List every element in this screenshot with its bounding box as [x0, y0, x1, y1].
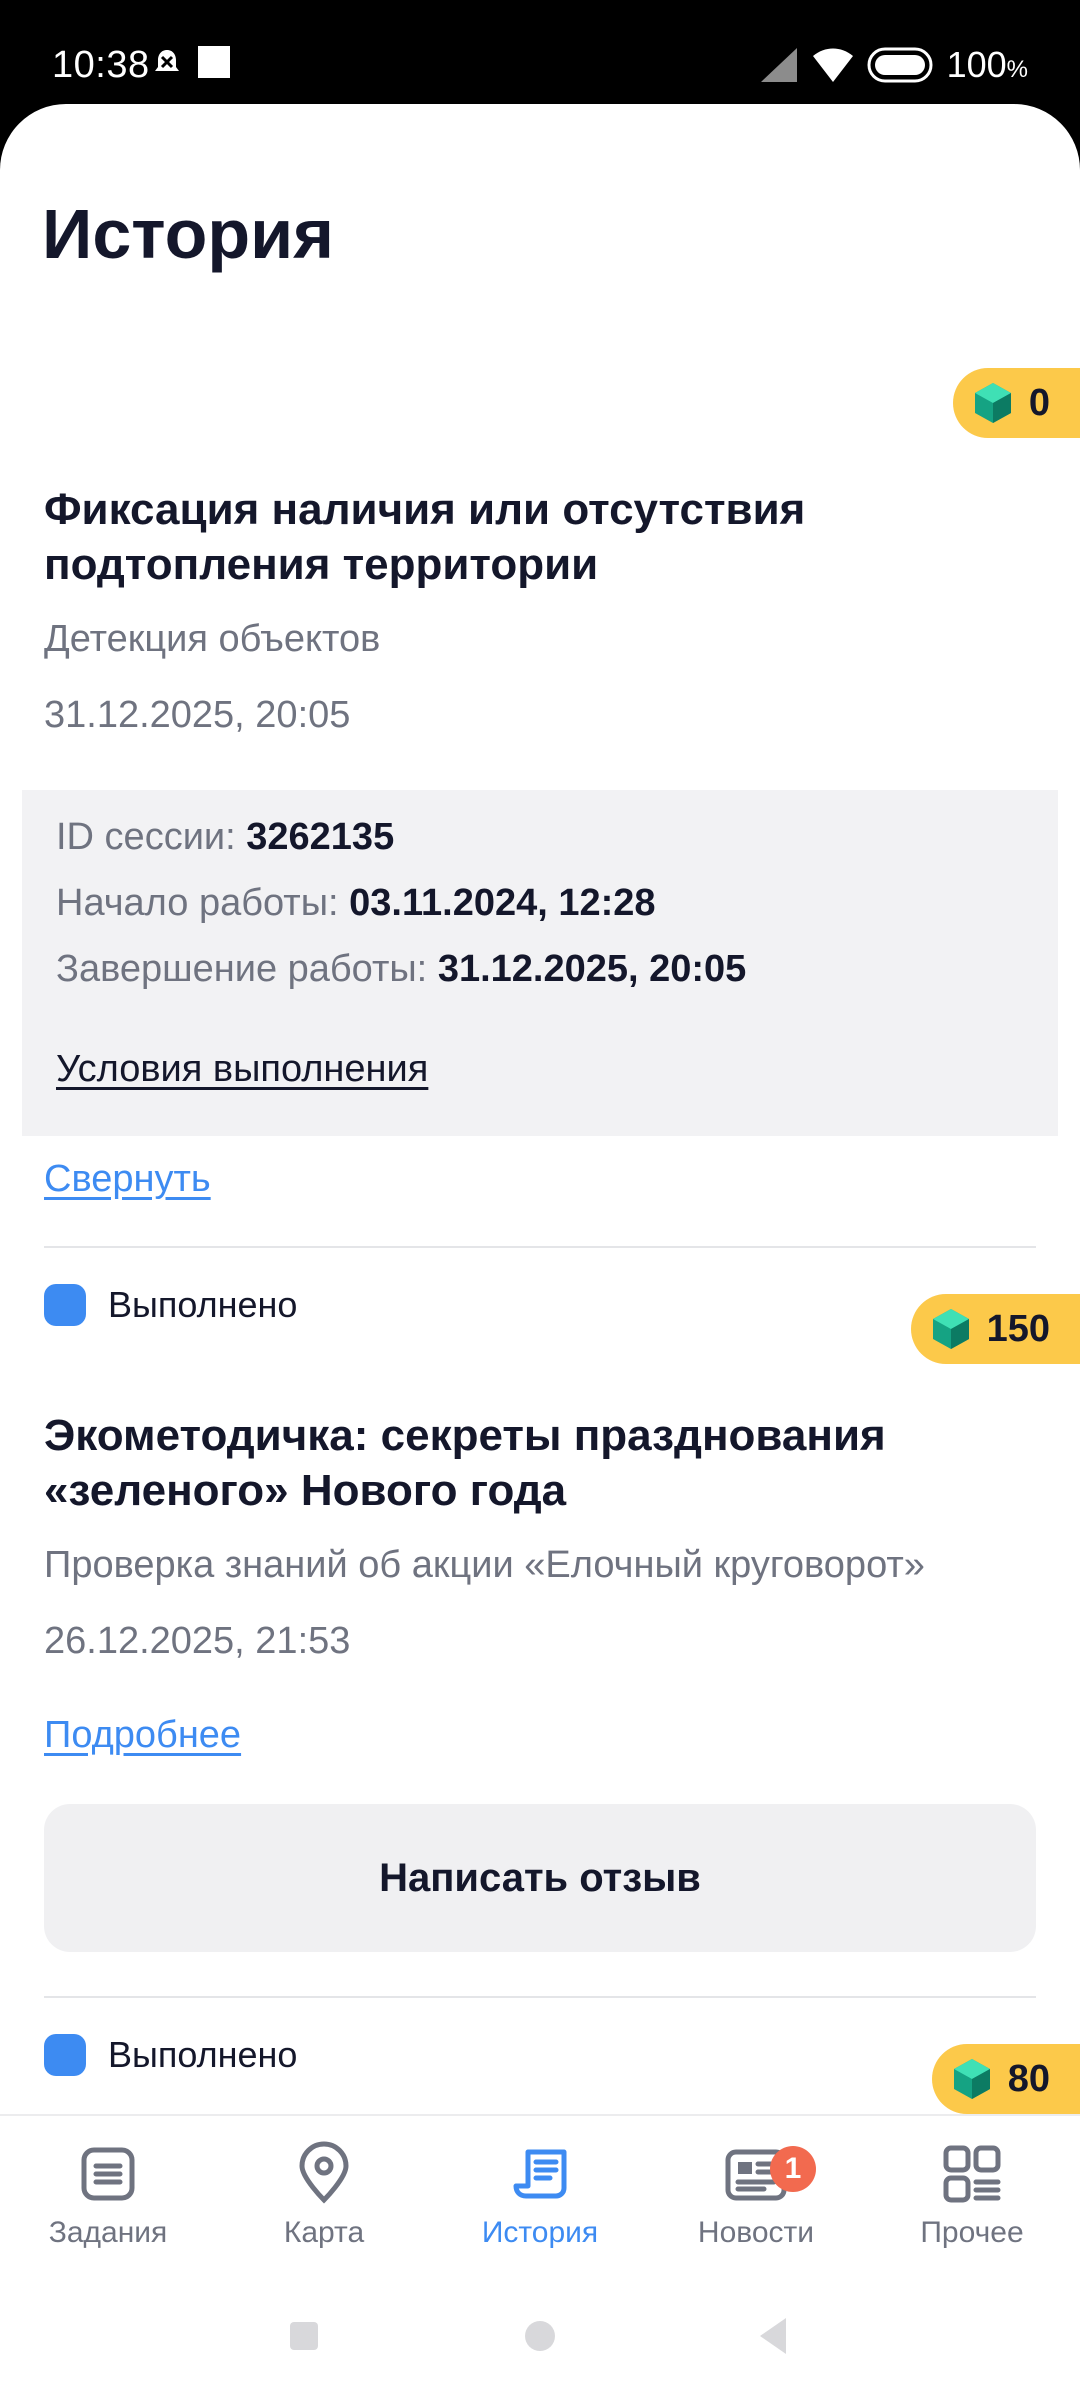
back-button[interactable] — [760, 2318, 786, 2354]
nav-label: Карта — [283, 2216, 365, 2249]
nav-label: История — [481, 2216, 599, 2249]
nav-item-history[interactable]: История — [432, 2116, 648, 2276]
status-dot-icon — [44, 2034, 86, 2076]
end-time-row: Завершение работы: 31.12.2025, 20:05 — [56, 948, 747, 990]
conditions-link[interactable]: Условия выполнения — [56, 1048, 428, 1091]
coin-badge: 80 — [931, 2044, 1080, 2114]
nav-item-tasks[interactable]: Задания — [0, 2116, 216, 2276]
nav-item-other[interactable]: Прочее — [864, 2116, 1080, 2276]
grid-icon — [943, 2145, 1001, 2203]
card-subtitle: Проверка знаний об акции «Елочный кругов… — [44, 1544, 925, 1586]
session-id-row: ID сессии: 3262135 — [56, 816, 395, 858]
collapse-link[interactable]: Свернуть — [44, 1158, 211, 1201]
coin-amount: 150 — [986, 1307, 1050, 1350]
status-time: 10:38 — [52, 44, 150, 86]
coin-badge: 0 — [952, 368, 1080, 438]
gem-icon — [932, 1309, 969, 1349]
home-button[interactable] — [525, 2321, 555, 2351]
notification-badge: 1 — [770, 2146, 816, 2192]
coin-amount: 80 — [1007, 2057, 1050, 2100]
status-bar: 10:38 100% — [0, 0, 1080, 104]
history-screen: История 0 Фиксация наличия или отсутстви… — [0, 104, 1080, 2400]
nav-label: Прочее — [920, 2216, 1024, 2249]
status-notification-icons — [152, 46, 230, 78]
gem-icon — [953, 2059, 990, 2099]
alarm-off-icon — [155, 50, 179, 71]
session-details: ID сессии: 3262135 Начало работы: 03.11.… — [22, 790, 1058, 1136]
card-date: 26.12.2025, 21:53 — [44, 1620, 351, 1662]
recents-button[interactable] — [290, 2322, 318, 2350]
nav-item-news[interactable]: 1 Новости — [648, 2116, 864, 2276]
status-label: Выполнено — [44, 1284, 297, 1326]
battery-icon — [867, 47, 933, 83]
card-title: Фиксация наличия или отсутствия подтопле… — [44, 485, 806, 589]
card-title: Экометодичка: секреты празднования «зеле… — [44, 1411, 886, 1515]
more-link[interactable]: Подробнее — [44, 1714, 241, 1757]
start-time-row: Начало работы: 03.11.2024, 12:28 — [56, 882, 656, 924]
nav-item-map[interactable]: Карта — [216, 2116, 432, 2276]
gem-icon — [974, 383, 1011, 423]
nav-label: Новости — [697, 2216, 815, 2249]
coin-badge: 150 — [910, 1294, 1080, 1364]
card-date: 31.12.2025, 20:05 — [44, 694, 351, 736]
history-icon — [513, 2149, 567, 2199]
battery-percent: 100% — [946, 44, 1028, 85]
status-dot-icon — [44, 1284, 86, 1326]
divider — [44, 1996, 1036, 1998]
nav-label: Задания — [48, 2216, 168, 2249]
wifi-icon — [812, 48, 853, 82]
signal-icon — [760, 48, 797, 82]
notification-square-icon — [198, 46, 230, 78]
page-title: История — [42, 195, 334, 273]
status-label: Выполнено — [44, 2034, 297, 2076]
card-subtitle: Детекция объектов — [44, 618, 381, 660]
divider — [44, 1246, 1036, 1248]
bottom-navigation: Задания Карта История 1 Новости Прочее — [0, 2114, 1080, 2276]
tasks-icon — [81, 2147, 135, 2201]
coin-amount: 0 — [1028, 381, 1050, 424]
system-navigation-bar — [0, 2274, 1080, 2400]
map-pin-icon — [299, 2141, 349, 2204]
write-review-button[interactable]: Написать отзыв — [44, 1804, 1036, 1952]
